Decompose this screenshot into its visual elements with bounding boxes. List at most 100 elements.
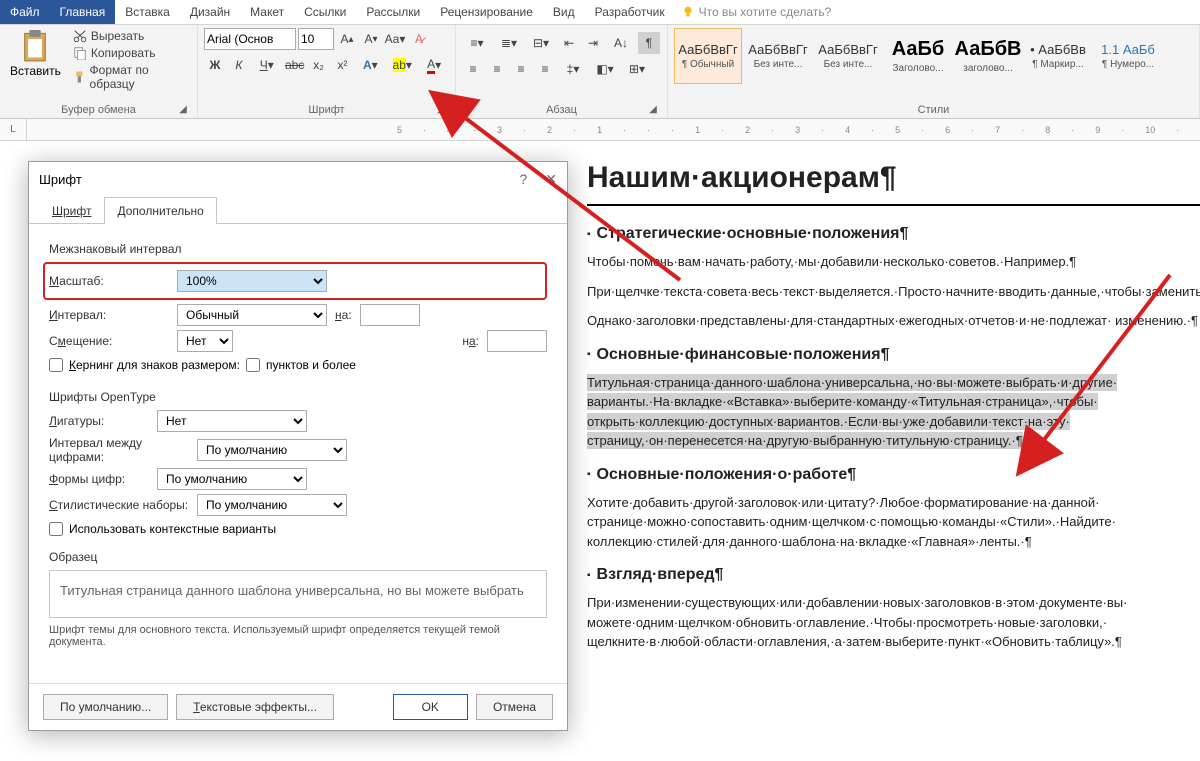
group-clipboard: Вставить Вырезать Копировать Формат по о… [0, 25, 198, 118]
line-spacing-button[interactable]: ‡▾ [558, 58, 588, 80]
tab-file[interactable]: Файл [0, 0, 50, 24]
font-size-input[interactable] [298, 28, 334, 50]
bold-button[interactable]: Ж [204, 54, 226, 76]
tab-references[interactable]: Ссылки [294, 0, 356, 24]
style-item[interactable]: АаБбВзаголово... [954, 28, 1022, 84]
show-marks-button[interactable]: ¶ [638, 32, 660, 54]
tab-review[interactable]: Рецензирование [430, 0, 543, 24]
group-paragraph: ≡▾ ≣▾ ⊟▾ ⇤ ⇥ A↓ ¶ ≡ ≡ ≡ ≡ ‡▾ ◧▾ ⊞▾ Абзац… [456, 25, 668, 118]
doc-title[interactable]: Нашим·акционерам¶ [587, 155, 1200, 206]
text-effects-button[interactable]: Текстовые эффекты... [176, 694, 334, 720]
bullets-button[interactable]: ≡▾ [462, 32, 492, 54]
style-item[interactable]: • АаБбВв¶ Маркир... [1024, 28, 1092, 84]
format-painter-button[interactable]: Формат по образцу [69, 62, 191, 92]
ligatures-select[interactable]: Нет [157, 410, 307, 432]
text-effects-button[interactable]: A▾ [355, 54, 385, 76]
align-center-button[interactable]: ≡ [486, 58, 508, 80]
style-item[interactable]: АаБбВвГгБез инте... [814, 28, 882, 84]
tab-layout[interactable]: Макет [240, 0, 294, 24]
copy-icon [73, 46, 87, 60]
numbering-button[interactable]: ≣▾ [494, 32, 524, 54]
paragraph-launcher[interactable]: ◢ [647, 104, 659, 116]
clipboard-launcher[interactable]: ◢ [177, 104, 189, 116]
font-launcher[interactable]: ◢ [435, 104, 447, 116]
sort-button[interactable]: A↓ [606, 32, 636, 54]
paragraph[interactable]: При·изменении·существующих·или·добавлени… [587, 593, 1200, 652]
tab-developer[interactable]: Разработчик [585, 0, 675, 24]
kerning-checkbox[interactable] [49, 358, 63, 372]
close-button[interactable]: ✕ [545, 171, 557, 188]
stylistic-select[interactable]: По умолчанию [197, 494, 347, 516]
borders-button[interactable]: ⊞▾ [622, 58, 652, 80]
dialog-title: Шрифт [39, 172, 82, 187]
numspacing-select[interactable]: По умолчанию [197, 439, 347, 461]
tab-insert[interactable]: Вставка [115, 0, 180, 24]
paragraph[interactable]: Хотите·добавить·другой·заголовок·или·цит… [587, 493, 1200, 552]
tab-home[interactable]: Главная [50, 0, 116, 24]
paragraph[interactable]: Чтобы·помочь·вам·начать·работу,·мы·добав… [587, 252, 1200, 272]
position-select[interactable]: Нет [177, 330, 233, 352]
help-button[interactable]: ? [519, 171, 527, 188]
tab-design[interactable]: Дизайн [180, 0, 240, 24]
paragraph[interactable]: Однако·заголовки·представлены·для·станда… [587, 311, 1200, 331]
contextual-checkbox[interactable] [49, 522, 63, 536]
style-item[interactable]: АаБбВвГг¶ Обычный [674, 28, 742, 84]
label-ligatures: Лигатуры: [49, 414, 149, 428]
kerning-size-input[interactable] [246, 358, 260, 372]
change-case-button[interactable]: Aa▾ [384, 28, 406, 50]
underline-button[interactable]: Ч▾ [252, 54, 282, 76]
copy-button[interactable]: Копировать [69, 45, 191, 61]
superscript-button[interactable]: x² [332, 54, 354, 76]
clear-format-button[interactable]: A̷ [408, 28, 430, 50]
cancel-button[interactable]: Отмена [476, 694, 553, 720]
spacing-by-input[interactable] [360, 304, 420, 326]
multilevel-button[interactable]: ⊟▾ [526, 32, 556, 54]
paragraph[interactable]: При·щелчке·текста·совета·весь·текст·выде… [587, 282, 1200, 302]
styles-gallery[interactable]: АаБбВвГг¶ ОбычныйАаБбВвГгБез инте...АаБб… [674, 28, 1193, 84]
font-name-input[interactable] [204, 28, 296, 50]
style-item[interactable]: АаБбЗаголово... [884, 28, 952, 84]
position-by-input[interactable] [487, 330, 547, 352]
label-contextual: Использовать контекстные варианты [69, 522, 276, 536]
indent-button[interactable]: ⇥ [582, 32, 604, 54]
grow-font-button[interactable]: A▴ [336, 28, 358, 50]
bulb-icon [681, 5, 695, 19]
default-button[interactable]: По умолчанию... [43, 694, 168, 720]
page-content[interactable]: Нашим·акционерам¶ Стратегические·основны… [587, 155, 1200, 662]
ok-button[interactable]: OK [393, 694, 468, 720]
scale-select[interactable]: 100% [177, 270, 327, 292]
font-color-button[interactable]: A▾ [419, 54, 449, 76]
justify-button[interactable]: ≡ [534, 58, 556, 80]
shading-button[interactable]: ◧▾ [590, 58, 620, 80]
section-heading[interactable]: Стратегические·основные·положения¶ [587, 222, 1200, 246]
tab-advanced-page[interactable]: Дополнительно [104, 197, 216, 224]
align-right-button[interactable]: ≡ [510, 58, 532, 80]
style-item[interactable]: 1.1 АаБб¶ Нумеро... [1094, 28, 1162, 84]
spacing-select[interactable]: Обычный [177, 304, 327, 326]
section-heading[interactable]: Основные·положения·о·работе¶ [587, 463, 1200, 487]
label-char-spacing: Межзнаковый интервал [49, 242, 547, 256]
ruler-horizontal[interactable]: 5·4·3·2·1···1·2·3·4·5·6·7·8·9·10·11·12·1… [27, 119, 1200, 140]
section-heading[interactable]: Взгляд·вперед¶ [587, 563, 1200, 587]
numforms-select[interactable]: По умолчанию [157, 468, 307, 490]
tab-mailings[interactable]: Рассылки [356, 0, 430, 24]
tell-me[interactable]: Что вы хотите сделать? [675, 0, 838, 24]
style-item[interactable]: АаБбВвГгБез инте... [744, 28, 812, 84]
shrink-font-button[interactable]: A▾ [360, 28, 382, 50]
clipboard-icon [21, 30, 49, 62]
paste-button[interactable]: Вставить [6, 28, 65, 92]
paragraph[interactable]: Титульная·страница·данного·шаблона·униве… [587, 373, 1200, 451]
tab-view[interactable]: Вид [543, 0, 585, 24]
section-heading[interactable]: Основные·финансовые·положения¶ [587, 343, 1200, 367]
highlight-button[interactable]: ab▾ [387, 54, 417, 76]
align-left-button[interactable]: ≡ [462, 58, 484, 80]
tab-font-page[interactable]: Шрифт [39, 197, 104, 224]
subscript-button[interactable]: x₂ [308, 54, 330, 76]
outdent-button[interactable]: ⇤ [558, 32, 580, 54]
label-stylistic: Стилистические наборы: [49, 498, 189, 512]
italic-button[interactable]: К [228, 54, 250, 76]
strike-button[interactable]: abc [284, 54, 306, 76]
dialog-titlebar[interactable]: Шрифт ? ✕ [29, 162, 567, 196]
preview-hint: Шрифт темы для основного текста. Использ… [49, 624, 547, 648]
cut-button[interactable]: Вырезать [69, 28, 191, 44]
